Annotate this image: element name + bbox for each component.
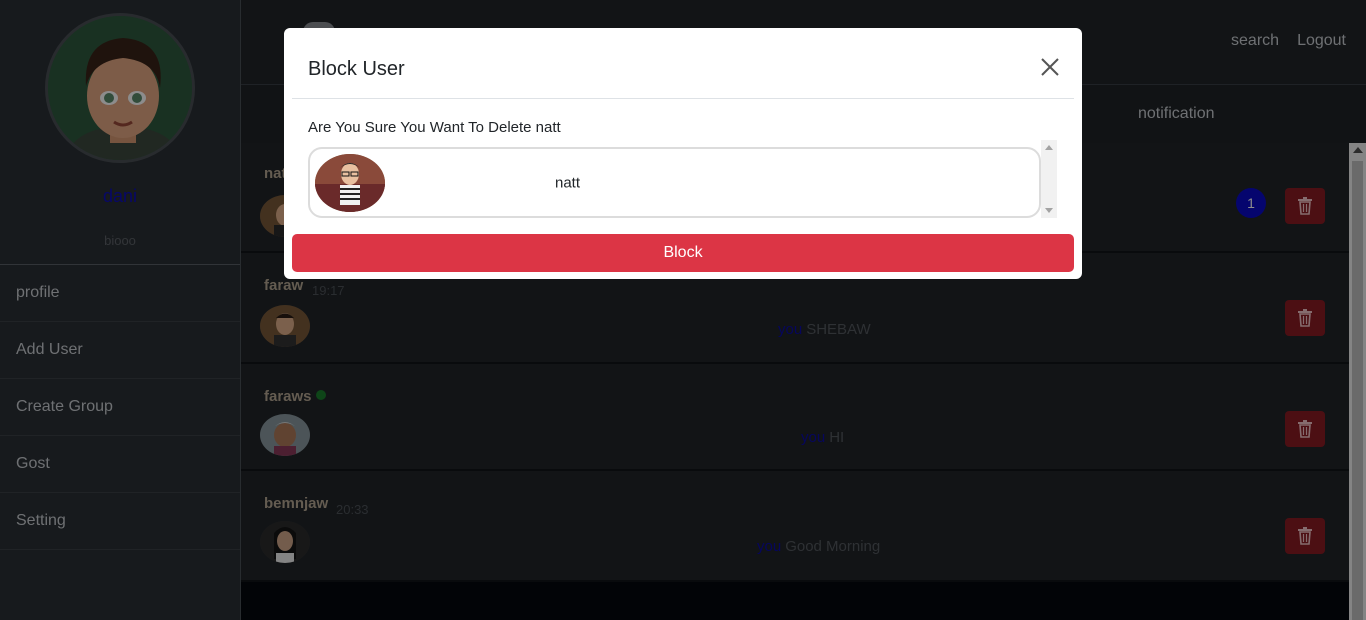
user-name: natt: [555, 174, 581, 192]
scroll-down-icon[interactable]: [1045, 208, 1053, 213]
scroll-up-icon[interactable]: [1045, 145, 1053, 150]
close-icon: [1041, 58, 1059, 76]
close-button[interactable]: [1038, 55, 1062, 79]
block-button[interactable]: Block: [292, 234, 1074, 272]
modal-title: Block User: [308, 58, 405, 80]
block-user-modal: Block User Are You Sure You Want To Dele…: [284, 28, 1082, 279]
modal-question: Are You Sure You Want To Delete natt: [308, 119, 561, 136]
user-avatar: [315, 154, 385, 212]
modal-divider: [292, 98, 1074, 99]
avatar-image: [315, 154, 385, 212]
user-list-scrollbar[interactable]: [1041, 140, 1057, 218]
user-card[interactable]: natt: [308, 147, 1041, 218]
